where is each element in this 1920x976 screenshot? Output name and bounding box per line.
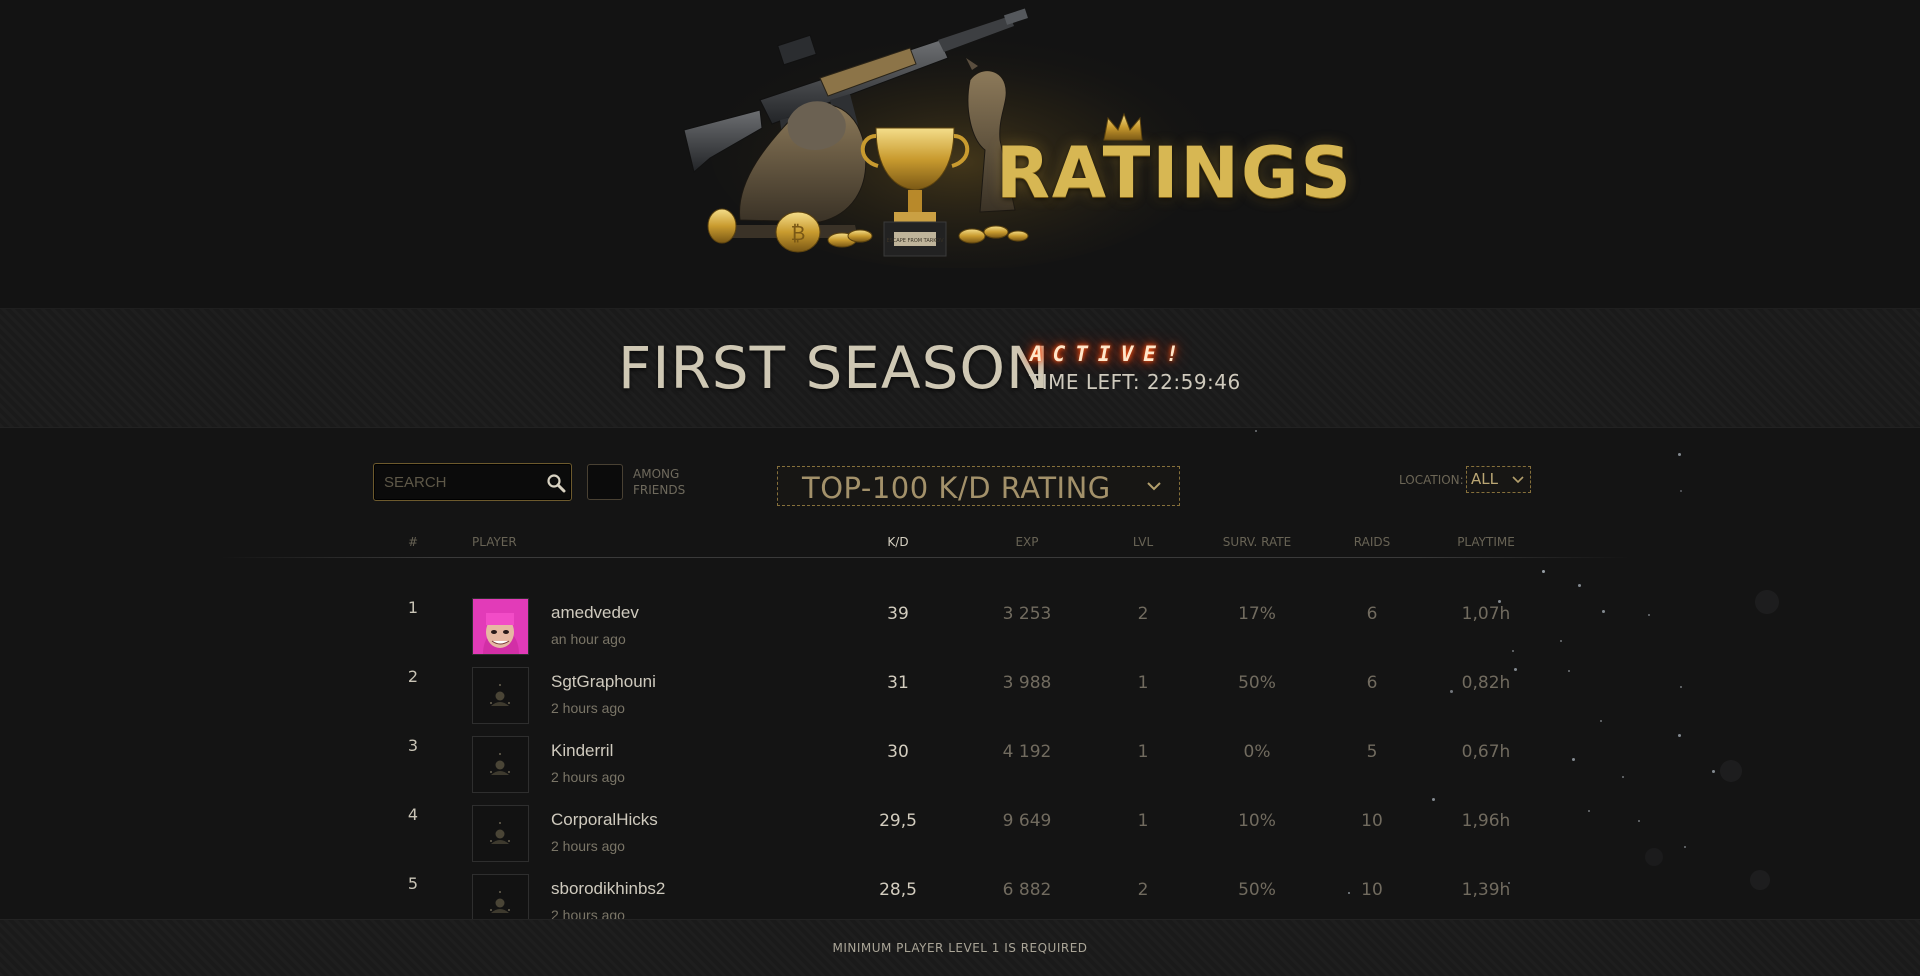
player-surv-rate: 17%: [1238, 604, 1276, 624]
player-last-seen: 2 hours ago: [551, 769, 625, 785]
player-exp: 6 882: [1002, 880, 1052, 900]
table-row[interactable]: 4 CorporalHicks 2 hours ago 29,5 9 649 1…: [0, 797, 1920, 866]
player-avatar[interactable]: [472, 598, 529, 655]
player-last-seen: 2 hours ago: [551, 907, 625, 919]
player-rank: 3: [407, 736, 419, 755]
column-header-lvl[interactable]: LVL: [1133, 535, 1153, 549]
location-label: LOCATION:: [1399, 473, 1464, 487]
player-raids: 5: [1366, 742, 1378, 762]
player-rank: 5: [407, 874, 419, 893]
player-lvl: 1: [1137, 742, 1149, 762]
player-last-seen: an hour ago: [551, 631, 626, 647]
player-lvl: 1: [1137, 673, 1149, 693]
player-exp: 4 192: [1002, 742, 1052, 762]
search-input[interactable]: [384, 472, 534, 492]
player-surv-rate: 0%: [1243, 742, 1271, 762]
among-friends-label: AMONG FRIENDS: [633, 467, 686, 497]
player-lvl: 2: [1137, 604, 1149, 624]
search-field[interactable]: [373, 463, 572, 501]
rating-type-dropdown[interactable]: TOP-100 K/D RATING: [777, 466, 1180, 506]
trophy-plaque-text: ESCAPE FROM TARKOV: [886, 238, 944, 244]
player-playtime: 1,39h: [1461, 880, 1511, 900]
location-value: ALL: [1471, 470, 1498, 488]
player-name[interactable]: CorporalHicks: [551, 810, 658, 830]
season-title: FIRST SEASON: [618, 334, 1051, 402]
player-kd: 39: [887, 604, 909, 624]
player-playtime: 0,82h: [1461, 673, 1511, 693]
player-last-seen: 2 hours ago: [551, 700, 625, 716]
player-name[interactable]: SgtGraphouni: [551, 672, 656, 692]
player-lvl: 2: [1137, 880, 1149, 900]
player-raids: 10: [1361, 880, 1383, 900]
table-row[interactable]: 2 SgtGraphouni 2 hours ago 31 3 988 1 50…: [0, 659, 1920, 728]
player-exp: 3 988: [1002, 673, 1052, 693]
column-header-playtime[interactable]: PLAYTIME: [1457, 535, 1515, 549]
table-row[interactable]: 1 amedvedev an hour ago 39 3 253 2 17% 6…: [0, 590, 1920, 659]
photo-avatar-icon: [473, 599, 528, 654]
player-kd: 28,5: [879, 880, 917, 900]
column-header-rank: #: [408, 535, 419, 549]
player-lvl: 1: [1137, 811, 1149, 831]
player-raids: 10: [1361, 811, 1383, 831]
player-last-seen: 2 hours ago: [551, 838, 625, 854]
player-playtime: 1,96h: [1461, 811, 1511, 831]
player-avatar[interactable]: [472, 874, 529, 919]
chevron-down-icon: [1512, 476, 1524, 484]
player-exp: 3 253: [1002, 604, 1052, 624]
ratings-table: 1 amedvedev an hour ago 39 3 253 2 17% 6…: [0, 590, 1920, 919]
season-time-left: TIME LEFT: 22:59:46: [1029, 370, 1241, 394]
player-surv-rate: 50%: [1238, 880, 1276, 900]
player-rank: 4: [407, 805, 419, 824]
column-header-player: PLAYER: [472, 535, 517, 549]
location-dropdown[interactable]: ALL: [1466, 466, 1531, 493]
table-row[interactable]: 3 Kinderril 2 hours ago 30 4 192 1 0% 5 …: [0, 728, 1920, 797]
header-divider: [220, 557, 1630, 558]
column-header-raids[interactable]: RAIDS: [1354, 535, 1390, 549]
player-rank: 2: [407, 667, 419, 686]
season-status-badge: ACTIVE!: [1030, 342, 1189, 366]
player-exp: 9 649: [1002, 811, 1052, 831]
column-header-exp[interactable]: EXP: [1015, 535, 1038, 549]
column-header-surv-rate[interactable]: SURV. RATE: [1223, 535, 1291, 549]
hero-banner: ESCAPE FROM TARKOV ₿ RATINGS: [0, 0, 1920, 308]
player-avatar[interactable]: [472, 805, 529, 862]
column-header-kd[interactable]: K/D: [887, 535, 908, 549]
minimum-level-notice: MINIMUM PLAYER LEVEL 1 IS REQUIRED: [832, 941, 1088, 955]
player-name[interactable]: sborodikhinbs2: [551, 879, 665, 899]
search-icon[interactable]: [546, 473, 566, 493]
player-rank: 1: [407, 598, 419, 617]
default-avatar-icon: [473, 806, 528, 861]
rating-type-value: TOP-100 K/D RATING: [802, 471, 1111, 505]
player-avatar[interactable]: [472, 736, 529, 793]
default-avatar-icon: [473, 875, 528, 919]
player-name[interactable]: amedvedev: [551, 603, 639, 623]
player-raids: 6: [1366, 673, 1378, 693]
svg-text:₿: ₿: [791, 221, 806, 245]
among-friends-checkbox[interactable]: [587, 464, 623, 500]
default-avatar-icon: [473, 737, 528, 792]
table-row[interactable]: 5 sborodikhinbs2 2 hours ago 28,5 6 882 …: [0, 866, 1920, 919]
player-surv-rate: 10%: [1238, 811, 1276, 831]
player-avatar[interactable]: [472, 667, 529, 724]
ratings-title: RATINGS: [996, 132, 1353, 214]
default-avatar-icon: [473, 668, 528, 723]
player-kd: 29,5: [879, 811, 917, 831]
player-name[interactable]: Kinderril: [551, 741, 613, 761]
player-kd: 30: [887, 742, 909, 762]
player-playtime: 0,67h: [1461, 742, 1511, 762]
player-surv-rate: 50%: [1238, 673, 1276, 693]
player-kd: 31: [887, 673, 909, 693]
chevron-down-icon: [1147, 482, 1161, 491]
player-raids: 6: [1366, 604, 1378, 624]
player-playtime: 1,07h: [1461, 604, 1511, 624]
